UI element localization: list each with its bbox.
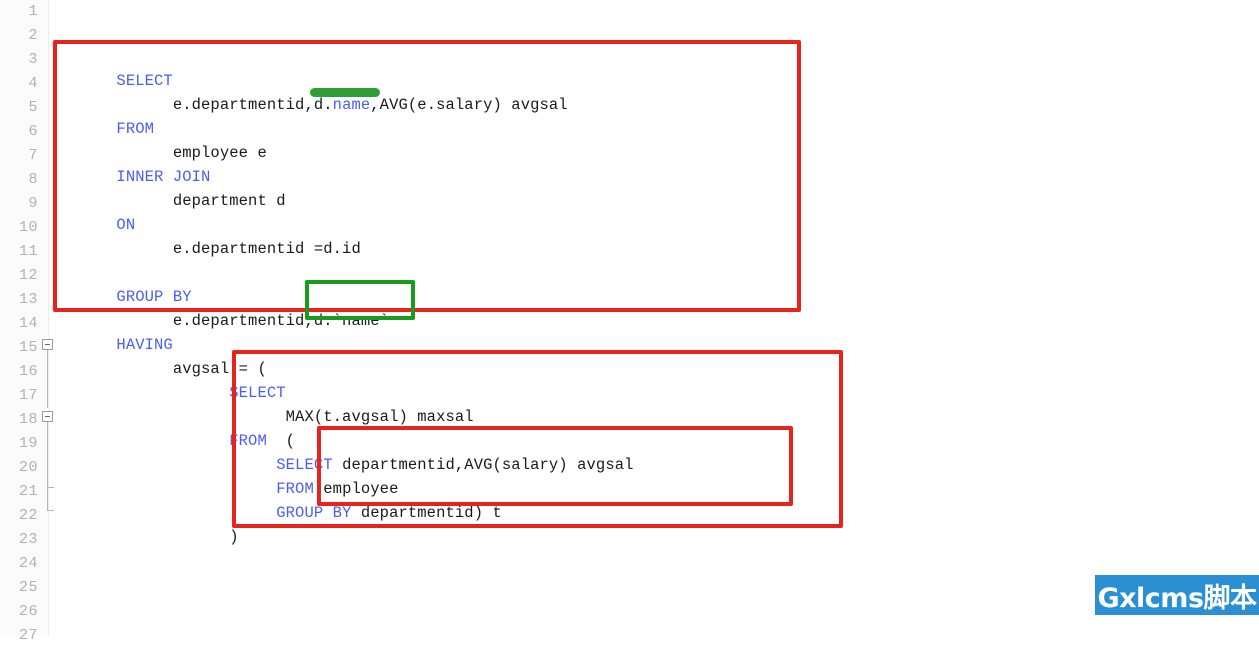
sql-keyword-group-by: GROUP BY: [276, 504, 352, 522]
code-token: department d: [116, 192, 286, 210]
code-token: ): [116, 528, 239, 546]
code-token: e.departmentid =d.id: [116, 240, 361, 258]
code-line-22: ): [60, 501, 239, 573]
code-token-name: name: [332, 96, 371, 114]
code-token: departmentid) t: [351, 504, 502, 522]
code-editor: 1 2 3 4 5 6 7 8 9 10 11 12 13 14 15 16 1…: [0, 0, 1259, 644]
code-content[interactable]: SELECT e.departmentid,d.name,AVG(e.salar…: [0, 0, 1259, 635]
code-token: ,AVG(e.salary) avgsal: [370, 96, 568, 114]
watermark-badge: Gxlcms脚本: [1095, 575, 1259, 615]
watermark-text: Gxlcms脚本: [1097, 582, 1257, 614]
